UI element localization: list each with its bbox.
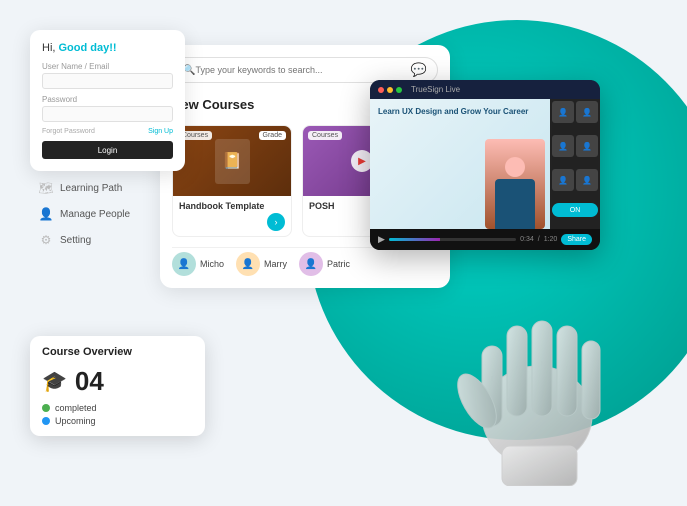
legend-upcoming: Upcoming [42, 416, 193, 426]
course-category-2: Courses [308, 131, 342, 140]
card-thumb-image-1: 📔 [215, 139, 250, 184]
search-input[interactable] [195, 65, 410, 75]
password-label: Password [42, 95, 173, 104]
message-icon: 💬 [411, 62, 427, 78]
dot-red [378, 87, 384, 93]
course-card-1[interactable]: Courses Grade 📔 Handbook Template › [172, 125, 292, 237]
progress-fill [389, 238, 440, 241]
completed-label: completed [55, 403, 97, 413]
course-grade-1: Grade [259, 131, 286, 140]
completed-dot [42, 404, 50, 412]
password-input[interactable] [42, 106, 173, 122]
toggle-on[interactable]: ON [552, 203, 598, 217]
course-overview-card: Course Overview 🎓 04 completed Upcoming [30, 336, 205, 436]
person-3[interactable]: 👤 Patric [299, 252, 350, 276]
vs-thumb-4[interactable]: 👤 [576, 135, 598, 157]
sidebar-learning-path-label: Learning Path [60, 183, 122, 194]
progress-bar[interactable] [389, 238, 516, 241]
greeting-text: Hi, Good day!! [42, 42, 173, 54]
sidebar-item-learning-path[interactable]: 🗺 Learning Path [38, 175, 130, 201]
username-input[interactable] [42, 73, 173, 89]
sidebar-menu: 🗺 Learning Path 👤 Manage People ⚙ Settin… [38, 175, 130, 253]
card-action-1: › [179, 213, 285, 231]
legend-completed: completed [42, 403, 193, 413]
course-name-1: Handbook Template [179, 201, 285, 211]
dot-green [396, 87, 402, 93]
course-overview-title: Course Overview [42, 346, 193, 358]
video-panel: TrueSign Live Learn UX Design and Grow Y… [370, 80, 600, 250]
video-sidebar: 👤 👤 👤 👤 👤 👤 ON [550, 99, 600, 229]
content-area: Hi, Good day!! User Name / Email Passwor… [20, 20, 667, 486]
video-controls: ▶ 0:34 / 1:20 Share [370, 229, 600, 250]
overview-legend: completed Upcoming [42, 403, 193, 426]
course-icon: 🎓 [42, 369, 67, 394]
person-avatar-2: 👤 [236, 252, 260, 276]
time-separator: / [538, 236, 540, 243]
time-current: 0:34 [520, 236, 534, 243]
person-avatar-1: 👤 [172, 252, 196, 276]
learning-path-icon: 🗺 [38, 180, 54, 196]
greeting-highlight: Good day!! [59, 42, 117, 54]
course-count: 04 [75, 366, 104, 397]
vs-thumb-5[interactable]: 👤 [552, 169, 574, 191]
dot-yellow [387, 87, 393, 93]
person-name-3: Patric [327, 259, 350, 269]
overview-stats: 🎓 04 [42, 366, 193, 397]
person-avatar-3: 👤 [299, 252, 323, 276]
video-person [485, 139, 545, 229]
person-1[interactable]: 👤 Micho [172, 252, 224, 276]
signup-link[interactable]: Sign Up [148, 128, 173, 135]
course-thumb-1: Courses Grade 📔 [173, 126, 291, 196]
video-main: Learn UX Design and Grow Your Career [370, 99, 550, 229]
forgot-row: Forgot Password Sign Up [42, 128, 173, 135]
time-total: 1:20 [544, 236, 558, 243]
vs-thumb-1[interactable]: 👤 [552, 101, 574, 123]
person-head [505, 157, 525, 177]
person-body [495, 179, 535, 229]
setting-icon: ⚙ [38, 232, 54, 248]
video-text-overlay: Learn UX Design and Grow Your Career [378, 107, 528, 117]
video-header: TrueSign Live [370, 80, 600, 99]
person-name-2: Marry [264, 259, 287, 269]
video-content: Learn UX Design and Grow Your Career 👤 👤… [370, 99, 600, 229]
play-ctrl-icon[interactable]: ▶ [378, 234, 385, 245]
login-button[interactable]: Login [42, 141, 173, 159]
username-label: User Name / Email [42, 62, 173, 71]
vs-thumb-6[interactable]: 👤 [576, 169, 598, 191]
upcoming-label: Upcoming [55, 416, 96, 426]
course-action-btn-1[interactable]: › [267, 213, 285, 231]
vs-thumb-3[interactable]: 👤 [552, 135, 574, 157]
forgot-label[interactable]: Forgot Password [42, 128, 95, 135]
sidebar-setting-label: Setting [60, 235, 91, 246]
video-title: TrueSign Live [411, 85, 460, 94]
share-button[interactable]: Share [561, 234, 592, 245]
login-panel: Hi, Good day!! User Name / Email Passwor… [30, 30, 185, 171]
sidebar-item-manage-people[interactable]: 👤 Manage People [38, 201, 130, 227]
sidebar-manage-people-label: Manage People [60, 209, 130, 220]
manage-people-icon: 👤 [38, 206, 54, 222]
upcoming-dot [42, 417, 50, 425]
sidebar-item-setting[interactable]: ⚙ Setting [38, 227, 130, 253]
people-row: 👤 Micho 👤 Marry 👤 Patric [172, 247, 438, 276]
card-info-1: Handbook Template › [173, 196, 291, 236]
vs-thumb-2[interactable]: 👤 [576, 101, 598, 123]
person-name-1: Micho [200, 259, 224, 269]
person-2[interactable]: 👤 Marry [236, 252, 287, 276]
